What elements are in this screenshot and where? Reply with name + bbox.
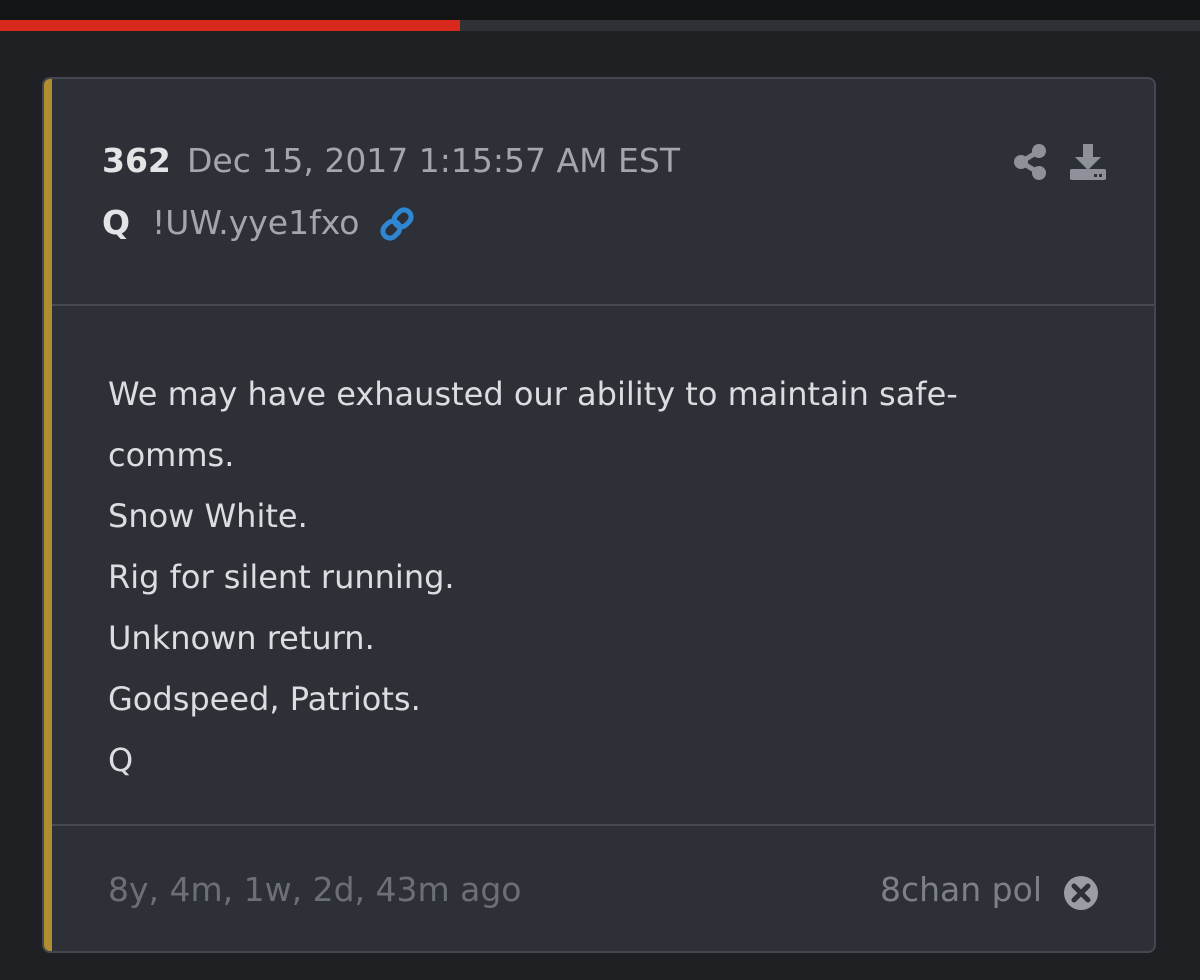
share-icon[interactable] [1012, 143, 1048, 181]
post-line: Godspeed, Patriots. [108, 680, 421, 718]
close-circle-icon[interactable] [1062, 874, 1100, 912]
post-line: Snow White. [108, 497, 308, 535]
post-accent-stripe [44, 79, 52, 951]
post-line: Unknown return. [108, 619, 375, 657]
post-source: 8chan pol [880, 870, 1042, 909]
author-name: Q [102, 203, 131, 242]
author-tripcode: !UW.yye1fxo [152, 203, 360, 242]
post-footer: 8y, 4m, 1w, 2d, 43m ago 8chan pol [52, 826, 1154, 951]
post-line: comms. [108, 436, 235, 474]
post-line: We may have exhausted our ability to mai… [108, 375, 958, 413]
top-bar [0, 0, 1200, 20]
post-line: Rig for silent running. [108, 558, 455, 596]
post-line: Q [108, 741, 134, 779]
post-card: 362 Dec 15, 2017 1:15:57 AM EST Q !UW.yy… [42, 77, 1156, 953]
post-text: We may have exhausted our ability to mai… [108, 364, 1028, 791]
reading-progress-bar [0, 20, 1200, 31]
post-age: 8y, 4m, 1w, 2d, 43m ago [108, 870, 522, 909]
post-date: Dec 15, 2017 1:15:57 AM EST [187, 141, 680, 180]
download-icon[interactable] [1068, 143, 1108, 181]
post-body: We may have exhausted our ability to mai… [52, 306, 1154, 826]
link-icon[interactable] [378, 205, 416, 243]
progress-fill [0, 20, 460, 31]
post-number: 362 [102, 141, 171, 180]
post-header: 362 Dec 15, 2017 1:15:57 AM EST Q !UW.yy… [52, 79, 1154, 306]
